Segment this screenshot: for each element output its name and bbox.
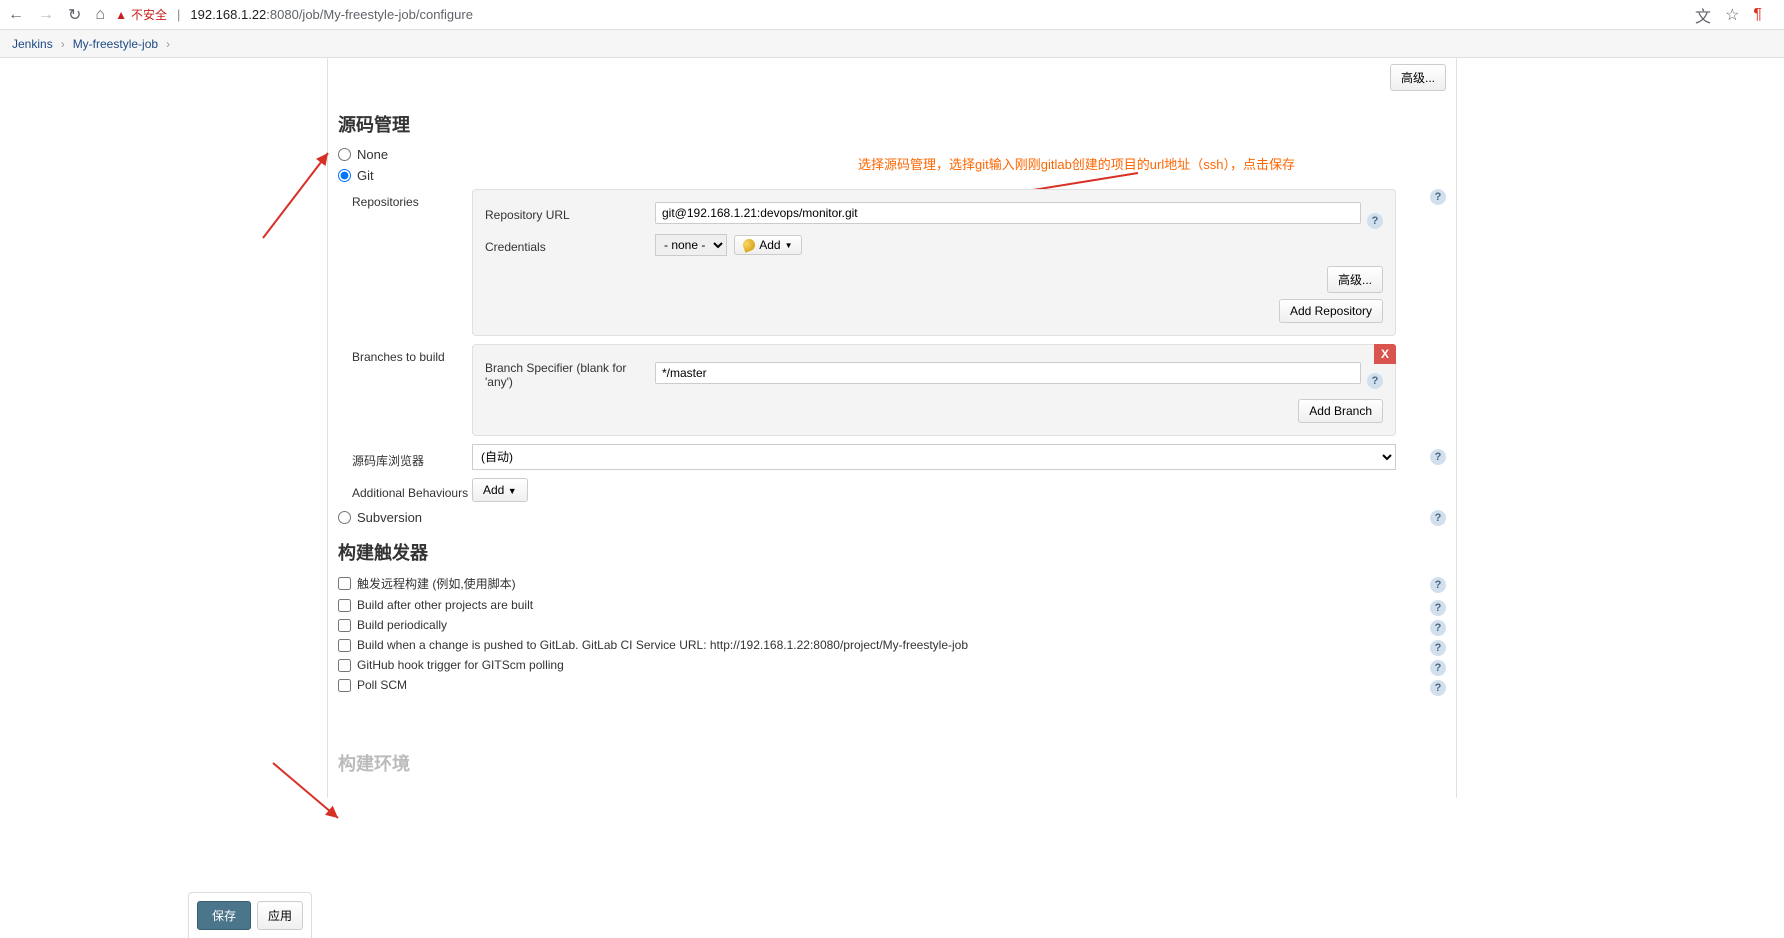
breadcrumb: Jenkins › My-freestyle-job › <box>0 30 1784 58</box>
scm-git-label: Git <box>357 168 374 183</box>
scm-git-radio[interactable] <box>338 169 351 182</box>
trigger-remote-label: 触发远程构建 (例如,使用脚本) <box>357 575 516 592</box>
annotation-arrow-left <box>258 138 338 248</box>
save-button[interactable]: 保存 <box>197 901 251 930</box>
repo-browser-select[interactable]: (自动) <box>472 444 1396 470</box>
trigger-github-checkbox[interactable] <box>338 659 351 672</box>
help-icon[interactable]: ? <box>1430 620 1446 636</box>
reload-icon[interactable]: ↻ <box>68 5 81 25</box>
add-credentials-button[interactable]: Add▼ <box>734 235 801 255</box>
help-icon[interactable]: ? <box>1430 600 1446 616</box>
branch-specifier-input[interactable] <box>655 362 1361 384</box>
help-icon[interactable]: ? <box>1430 449 1446 465</box>
scm-subversion-label: Subversion <box>357 510 422 525</box>
trigger-after-checkbox[interactable] <box>338 599 351 612</box>
pilcrow-icon[interactable]: ¶ <box>1753 6 1762 24</box>
breadcrumb-job[interactable]: My-freestyle-job <box>73 37 158 51</box>
branch-block: X Branch Specifier (blank for 'any') ? A… <box>472 344 1396 436</box>
add-cred-label: Add <box>759 238 780 252</box>
advanced-button-top[interactable]: 高级... <box>1390 64 1446 91</box>
help-icon[interactable]: ? <box>1430 660 1446 676</box>
credentials-label: Credentials <box>485 236 655 254</box>
trigger-periodic-label: Build periodically <box>357 618 447 632</box>
insecure-badge: ▲ 不安全 <box>115 6 167 23</box>
help-icon[interactable]: ? <box>1430 189 1446 205</box>
bookmark-icon[interactable]: ☆ <box>1725 5 1739 25</box>
add-behaviour-button[interactable]: Add ▼ <box>472 478 528 502</box>
forward-icon[interactable]: → <box>38 6 54 24</box>
trigger-gitlab-checkbox[interactable] <box>338 639 351 652</box>
home-icon[interactable]: ⌂ <box>95 6 105 24</box>
url-text: 192.168.1.22:8080/job/My-freestyle-job/c… <box>190 7 473 22</box>
translate-icon[interactable]: 文 <box>1695 3 1711 27</box>
help-icon[interactable]: ? <box>1430 510 1446 526</box>
back-icon[interactable]: ← <box>8 6 24 24</box>
browser-toolbar: ← → ↻ ⌂ ▲ 不安全 | 192.168.1.22:8080/job/My… <box>0 0 1784 30</box>
annotation-arrow-bottom <box>268 758 348 828</box>
nav-icons: ← → ↻ ⌂ <box>8 5 105 25</box>
triggers-section-title: 构建触发器 <box>338 539 1446 565</box>
branches-label: Branches to build <box>352 344 472 364</box>
credentials-select[interactable]: - none - <box>655 234 727 256</box>
trigger-remote-checkbox[interactable] <box>338 577 351 590</box>
browser-right-icons: 文 ☆ ¶ <box>1695 3 1776 27</box>
trigger-pollscm-label: Poll SCM <box>357 678 407 692</box>
add-behaviour-label: Add <box>483 483 504 497</box>
advanced-button-repo[interactable]: 高级... <box>1327 266 1383 293</box>
build-env-ghost-title: 构建环境 <box>338 750 410 776</box>
help-icon[interactable]: ? <box>1367 373 1383 389</box>
repo-browser-label: 源码库浏览器 <box>352 446 472 469</box>
annotation-text: 选择源码管理，选择git输入刚刚gitlab创建的项目的url地址（ssh），点… <box>858 154 1295 173</box>
help-icon[interactable]: ? <box>1367 213 1383 229</box>
add-branch-button[interactable]: Add Branch <box>1298 399 1383 423</box>
address-bar[interactable]: ▲ 不安全 | 192.168.1.22:8080/job/My-freesty… <box>115 6 1685 23</box>
addl-behaviours-label: Additional Behaviours <box>352 480 472 500</box>
apply-button[interactable]: 应用 <box>257 901 303 930</box>
trigger-pollscm-checkbox[interactable] <box>338 679 351 692</box>
scm-section-title: 源码管理 <box>338 111 1446 137</box>
trigger-periodic-checkbox[interactable] <box>338 619 351 632</box>
repository-block: Repository URL ? Credentials - none - <box>472 189 1396 336</box>
delete-branch-button[interactable]: X <box>1374 344 1396 364</box>
branch-specifier-label: Branch Specifier (blank for 'any') <box>485 357 655 389</box>
divider: | <box>177 7 180 22</box>
url-host: 192.168.1.22 <box>190 7 266 22</box>
help-icon[interactable]: ? <box>1430 577 1446 593</box>
add-repository-button[interactable]: Add Repository <box>1279 299 1383 323</box>
breadcrumb-sep: › <box>61 37 65 51</box>
breadcrumb-root[interactable]: Jenkins <box>12 37 53 51</box>
repo-url-input[interactable] <box>655 202 1361 224</box>
help-icon[interactable]: ? <box>1430 640 1446 656</box>
config-form: 高级... 选择源码管理，选择git输入刚刚gitlab创建的项目的url地址（… <box>327 58 1457 798</box>
warning-icon: ▲ <box>115 8 127 22</box>
key-icon <box>742 237 757 252</box>
repo-url-label: Repository URL <box>485 204 655 222</box>
scm-none-radio[interactable] <box>338 148 351 161</box>
repositories-label: Repositories <box>352 189 472 209</box>
trigger-gitlab-label: Build when a change is pushed to GitLab.… <box>357 638 968 652</box>
help-icon[interactable]: ? <box>1430 680 1446 696</box>
trigger-after-label: Build after other projects are built <box>357 598 533 612</box>
scm-subversion-radio[interactable] <box>338 511 351 524</box>
scm-none-label: None <box>357 147 388 162</box>
insecure-label: 不安全 <box>131 6 167 23</box>
url-path: :8080/job/My-freestyle-job/configure <box>266 7 473 22</box>
footer-buttons: 保存 应用 <box>188 892 312 938</box>
breadcrumb-sep: › <box>166 37 170 51</box>
trigger-github-label: GitHub hook trigger for GITScm polling <box>357 658 564 672</box>
